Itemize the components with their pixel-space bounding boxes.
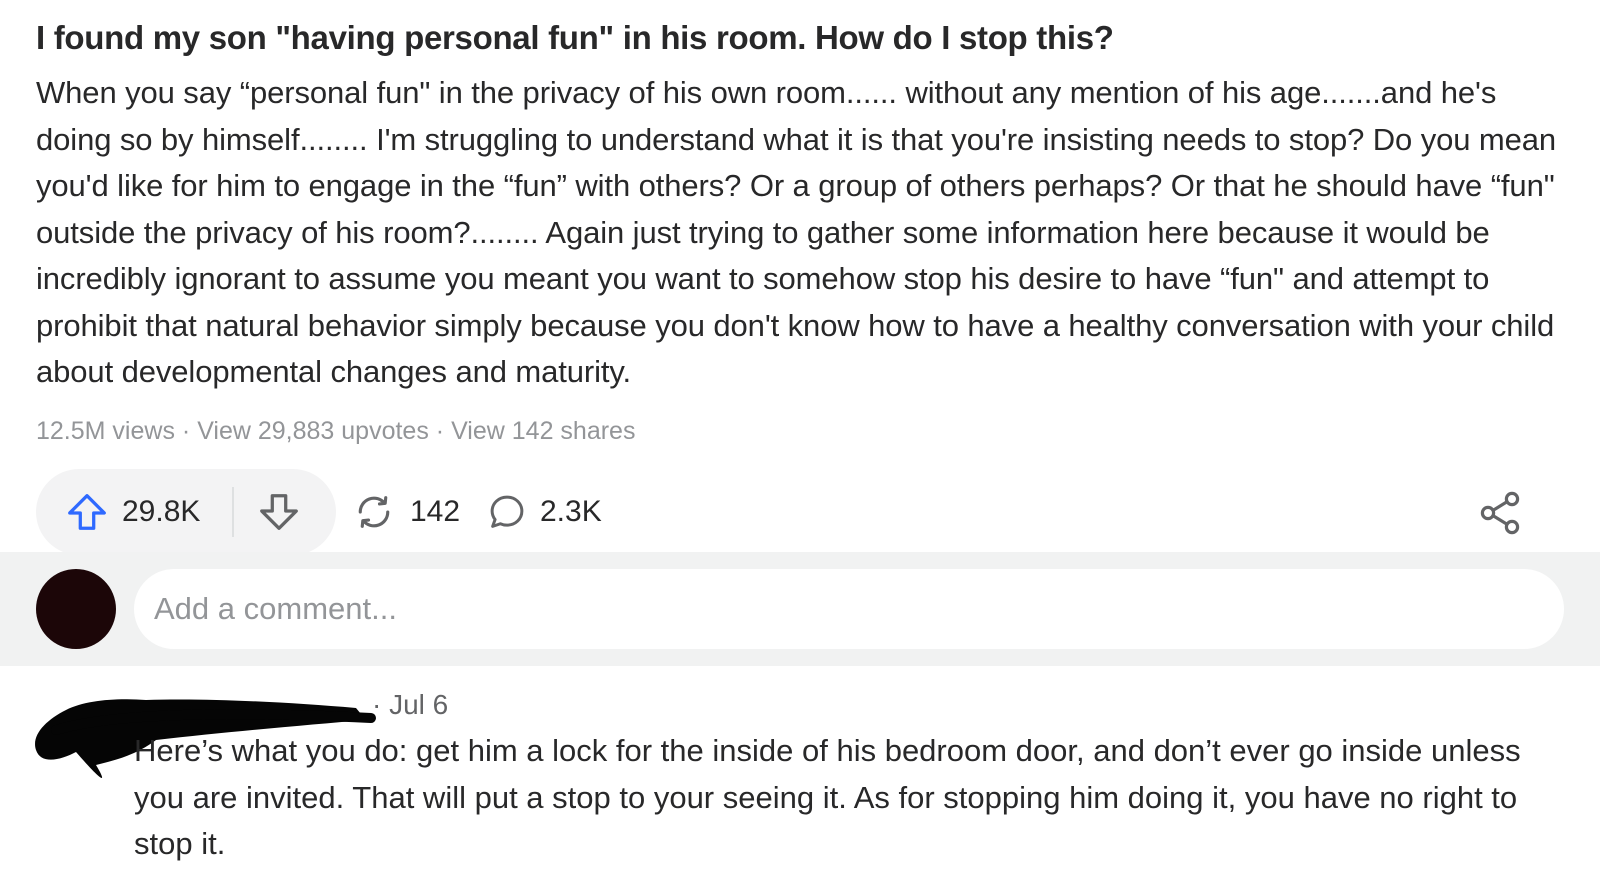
meta-separator: · <box>435 417 445 445</box>
user-avatar[interactable] <box>36 569 116 649</box>
comment-bubble-icon <box>490 495 524 528</box>
comment-button[interactable]: 2.3K <box>486 469 602 555</box>
meta-separator: · <box>181 417 191 445</box>
downvote-arrow-icon <box>260 494 298 530</box>
action-bar: 29.8K 142 2.3K <box>36 469 1566 555</box>
comment-body: Here’s what you do: get him a lock for t… <box>134 728 1574 868</box>
view-upvotes-link[interactable]: View 29,883 upvotes <box>197 417 429 445</box>
share-network-icon[interactable] <box>1476 489 1524 537</box>
reshare-icon <box>358 496 390 528</box>
comment-input[interactable] <box>134 569 1564 649</box>
comment-text: Here’s what you do: get him a lock for t… <box>134 733 1521 861</box>
vote-pill: 29.8K <box>36 469 336 555</box>
downvote-button[interactable] <box>256 469 302 555</box>
comment-item: · Jul 6 Here’s what you do: get him a lo… <box>0 666 1600 886</box>
vote-divider <box>232 487 234 537</box>
comment-count: 2.3K <box>540 495 602 528</box>
reshare-count: 142 <box>410 495 461 528</box>
upvote-arrow-icon <box>68 494 106 530</box>
comment-composer <box>0 552 1600 666</box>
answer-body: When you say “personal fun" in the priva… <box>36 70 1576 396</box>
answer-text: When you say “personal fun" in the priva… <box>36 75 1557 389</box>
comment-date: · Jul 6 <box>372 689 449 720</box>
upvote-button[interactable]: 29.8K <box>64 469 200 555</box>
answer-meta: 12.5M views · View 29,883 upvotes · View… <box>36 414 635 448</box>
question-title[interactable]: I found my son "having personal fun" in … <box>36 16 1576 60</box>
view-shares-link[interactable]: View 142 shares <box>451 417 635 445</box>
views-count: 12.5M views <box>36 417 175 445</box>
reshare-button[interactable]: 142 <box>352 469 460 555</box>
upvote-count: 29.8K <box>122 495 201 528</box>
